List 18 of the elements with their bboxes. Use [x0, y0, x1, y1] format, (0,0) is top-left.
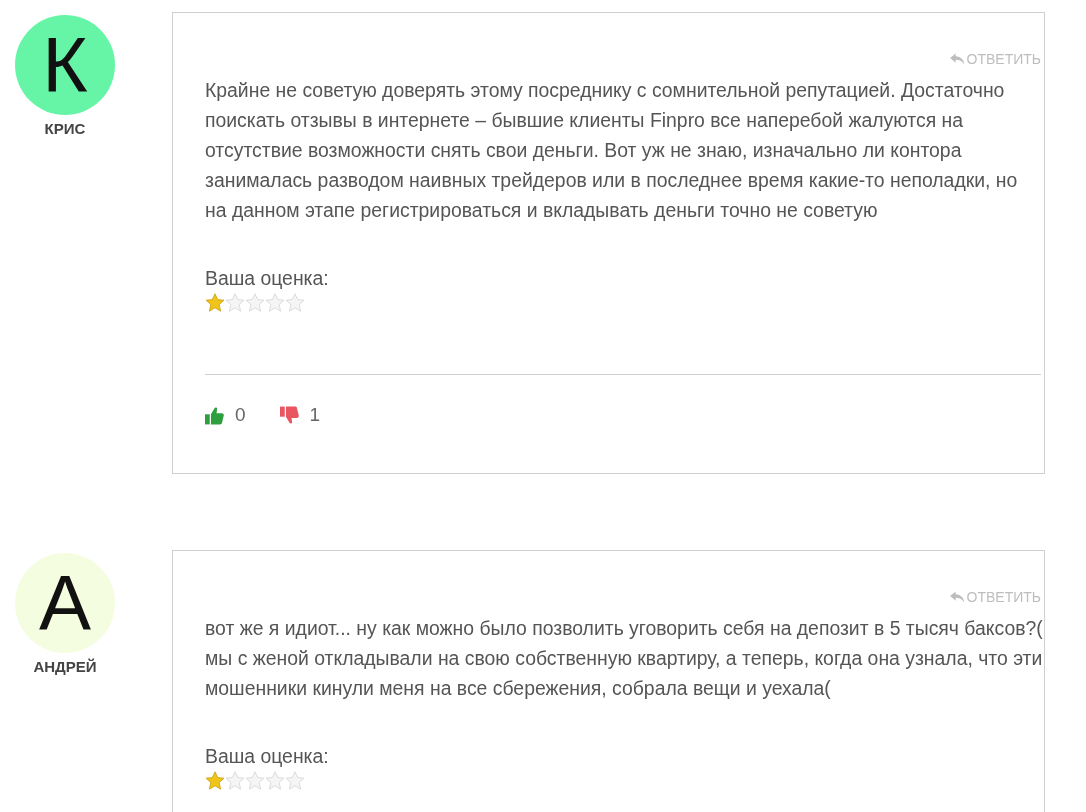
thumbs-up-icon — [205, 405, 224, 425]
star-rating[interactable] — [205, 293, 305, 312]
star-rating[interactable] — [205, 771, 305, 790]
reply-arrow-icon — [949, 53, 965, 65]
avatar: А — [15, 553, 115, 653]
dislike-button[interactable]: 1 — [279, 403, 321, 427]
filled-star-icon — [205, 293, 225, 312]
reply-arrow-icon — [949, 591, 965, 603]
avatar: К — [15, 15, 115, 115]
rating-label: Ваша оценка: — [205, 744, 329, 768]
filled-star-icon — [205, 771, 225, 790]
thumbs-down-icon — [279, 405, 299, 425]
rating-label: Ваша оценка: — [205, 266, 329, 290]
like-button[interactable]: 0 — [205, 403, 246, 427]
author-name: КРИС — [44, 120, 86, 138]
comment-text: Крайне не советую доверять этому посреднику с сомнительной репутацией. Достаточно поискать отзывы в интернете – бывшие клиенты Finpro все наперебой жалуются на отсутствие возможности снять свои деньги. Вот уж не знаю, изначально ли контора занималась разводом наивных трейдеров или в последнее время какие-то неполадки, но на данном этапе регистрироваться и вкладывать деньги точно не советую — [205, 78, 1019, 223]
comment-text: вот же я идиот... ну как можно было позволить уговорить себя на депозит в 5 тысяч баксов?( мы с женой откладывали на свою собственную квартиру, а теперь, когда она узнала, что эти мошенники кинули меня на все сбережения, собрала вещи и уехала( — [205, 616, 1043, 701]
author-name: АНДРЕЙ — [33, 658, 97, 676]
